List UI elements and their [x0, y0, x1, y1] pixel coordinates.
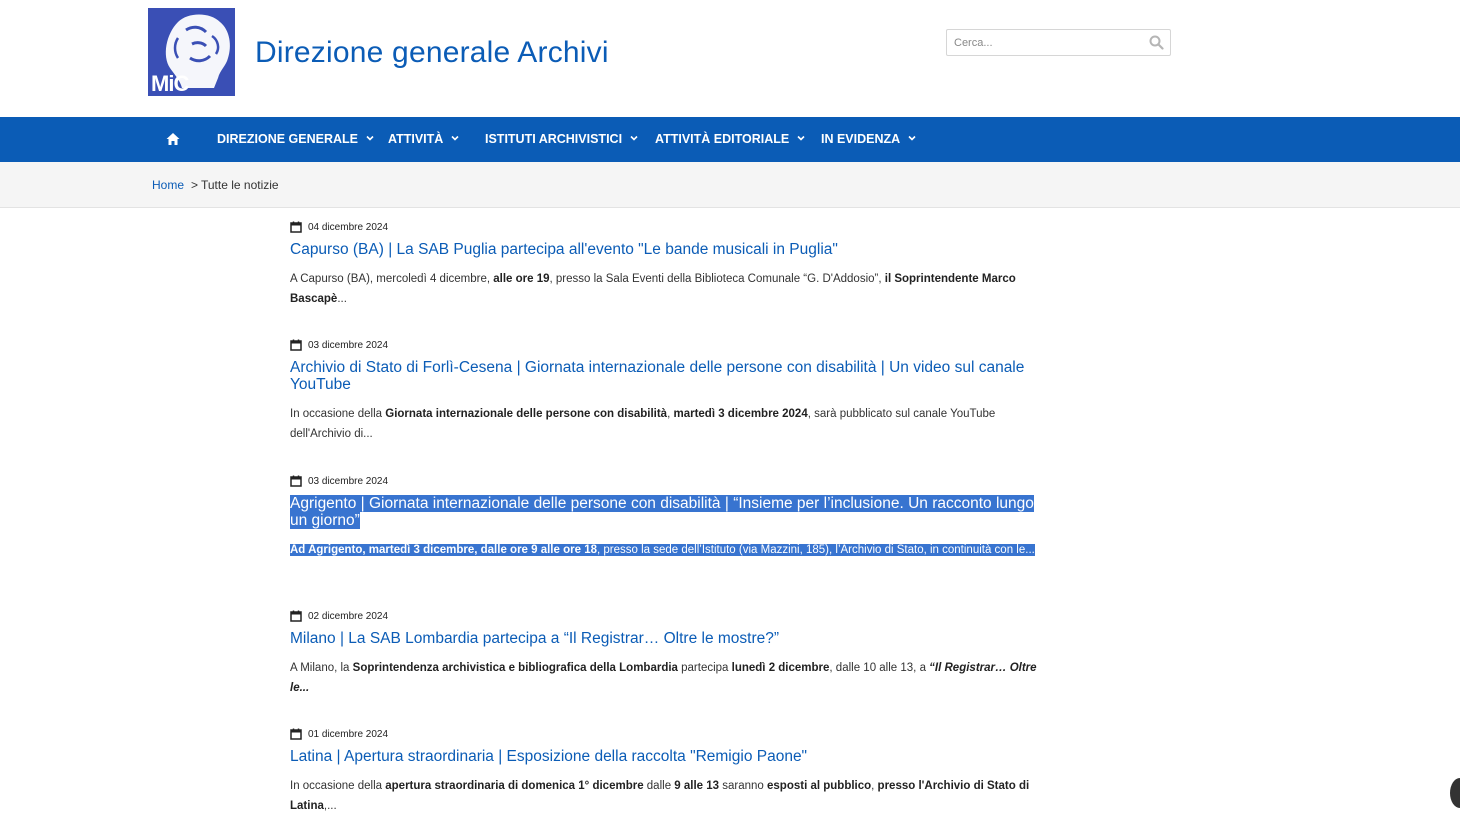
calendar-icon [290, 475, 302, 487]
nav-item-label: DIREZIONE GENERALE [217, 132, 358, 146]
breadcrumb-home-link[interactable]: Home [152, 178, 184, 192]
calendar-icon [290, 221, 302, 233]
breadcrumb: Home > Tutte le notizie [0, 162, 1460, 208]
chevron-down-icon [366, 135, 374, 141]
news-item: 01 dicembre 2024 Latina | Apertura strao… [290, 727, 1055, 814]
excerpt-bold: lunedì 2 dicembre [731, 662, 830, 674]
excerpt-bold: alle ore 19 [493, 273, 550, 285]
search-input[interactable] [947, 30, 1142, 55]
news-item: 03 dicembre 2024 Agrigento | Giornata in… [290, 474, 1055, 560]
news-title-link[interactable]: Milano | La SAB Lombardia partecipa a “I… [290, 630, 1055, 647]
news-date: 02 dicembre 2024 [290, 609, 1055, 625]
excerpt-text: , dalle 10 alle 13, a [829, 662, 930, 674]
news-excerpt: In occasione della Giornata internaziona… [290, 404, 1055, 444]
excerpt-text: partecipa [677, 662, 732, 674]
news-excerpt: Ad Agrigento, martedì 3 dicembre, dalle … [290, 540, 1055, 560]
news-title-link[interactable]: Agrigento | Giornata internazionale dell… [290, 495, 1055, 529]
search-icon [1149, 35, 1164, 50]
site-title[interactable]: Direzione generale Archivi [255, 36, 609, 70]
mic-logo[interactable]: MiC [148, 8, 235, 96]
excerpt-bold: 9 alle 13 [674, 780, 720, 792]
breadcrumb-current: Tutte le notizie [201, 178, 279, 192]
news-excerpt: In occasione della apertura straordinari… [290, 776, 1055, 814]
excerpt-bold: Soprintendenza archivistica e bibliograf… [352, 662, 678, 674]
nav-item-label: ATTIVITÀ EDITORIALE [655, 132, 790, 146]
excerpt-text: In occasione della [290, 780, 386, 792]
excerpt-text: , presso la sede dell’Istituto (via Mazz… [596, 544, 1035, 556]
news-item: 04 dicembre 2024 Capurso (BA) | La SAB P… [290, 220, 1055, 309]
news-date-text: 03 dicembre 2024 [308, 340, 389, 351]
chevron-down-icon [908, 135, 916, 141]
calendar-icon [290, 610, 302, 622]
excerpt-text: ... [337, 293, 347, 305]
nav-home-button[interactable] [165, 131, 181, 147]
excerpt-text: In occasione della [290, 408, 386, 420]
search-button[interactable] [1149, 35, 1164, 50]
excerpt-text: A Capurso (BA), mercoledì 4 dicembre, [290, 273, 494, 285]
excerpt-bold: martedì 3 dicembre 2024 [673, 408, 808, 420]
news-item: 03 dicembre 2024 Archivio di Stato di Fo… [290, 338, 1055, 444]
chevron-down-icon [630, 135, 638, 141]
excerpt-text: , presso la Sala Eventi della Biblioteca… [549, 273, 885, 285]
news-date-text: 04 dicembre 2024 [308, 222, 389, 233]
excerpt-text: A Milano, la [290, 662, 353, 674]
calendar-icon [290, 728, 302, 740]
news-date: 03 dicembre 2024 [290, 474, 1055, 490]
nav-item-label: ATTIVITÀ [388, 132, 444, 146]
nav-item-attivita-editoriale[interactable]: ATTIVITÀ EDITORIALE [655, 117, 805, 162]
excerpt-text: ,... [323, 800, 337, 812]
home-icon [166, 133, 180, 145]
chevron-down-icon [451, 135, 459, 141]
selected-title-text: Agrigento | Giornata internazionale dell… [290, 495, 1034, 529]
calendar-icon [290, 339, 302, 351]
news-title-link[interactable]: Latina | Apertura straordinaria | Esposi… [290, 748, 1055, 765]
logo-text: MiC [151, 71, 189, 96]
excerpt-bold: Ad Agrigento, martedì 3 dicembre, dalle … [290, 544, 597, 556]
news-title-link[interactable]: Archivio di Stato di Forlì-Cesena | Gior… [290, 359, 1055, 393]
breadcrumb-separator: > [191, 178, 199, 192]
news-excerpt: A Capurso (BA), mercoledì 4 dicembre, al… [290, 269, 1055, 309]
news-date-text: 01 dicembre 2024 [308, 729, 389, 740]
search-box [946, 29, 1171, 56]
excerpt-text: saranno [719, 780, 767, 792]
excerpt-bold: Giornata internazionale delle persone co… [385, 408, 668, 420]
news-title-link[interactable]: Capurso (BA) | La SAB Puglia partecipa a… [290, 241, 1055, 258]
nav-item-label: ISTITUTI ARCHIVISTICI [485, 132, 623, 146]
main-nav: DIREZIONE GENERALE ATTIVITÀ ISTITUTI ARC… [0, 117, 1460, 162]
news-date: 04 dicembre 2024 [290, 220, 1055, 236]
excerpt-bold: apertura straordinaria di domenica 1° di… [385, 780, 644, 792]
site-header: MiC Direzione generale Archivi [0, 0, 1460, 117]
nav-item-attivita[interactable]: ATTIVITÀ [388, 117, 459, 162]
news-date-text: 03 dicembre 2024 [308, 476, 389, 487]
news-date: 01 dicembre 2024 [290, 727, 1055, 743]
nav-item-label: IN EVIDENZA [821, 132, 901, 146]
chevron-down-icon [797, 135, 805, 141]
news-date-text: 02 dicembre 2024 [308, 611, 389, 622]
nav-item-istituti-archivistici[interactable]: ISTITUTI ARCHIVISTICI [485, 117, 638, 162]
excerpt-text: dalle [643, 780, 675, 792]
nav-item-in-evidenza[interactable]: IN EVIDENZA [821, 117, 916, 162]
news-excerpt: A Milano, la Soprintendenza archivistica… [290, 658, 1055, 698]
selected-excerpt-text: Ad Agrigento, martedì 3 dicembre, dalle … [290, 544, 1035, 556]
nav-item-direzione-generale[interactable]: DIREZIONE GENERALE [217, 117, 374, 162]
news-date: 03 dicembre 2024 [290, 338, 1055, 354]
back-to-top-button[interactable] [1450, 778, 1460, 808]
excerpt-bold: esposti al pubblico [767, 780, 872, 792]
news-item: 02 dicembre 2024 Milano | La SAB Lombard… [290, 609, 1055, 698]
